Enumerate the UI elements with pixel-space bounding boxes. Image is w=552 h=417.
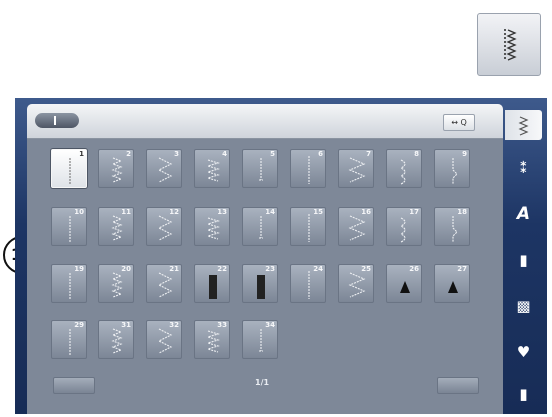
practical-stitch-icon (518, 116, 529, 136)
scroll-up-button[interactable] (53, 377, 95, 394)
alphabet-icon: A (516, 204, 531, 224)
stitch-number: 17 (409, 208, 419, 216)
stitch-number: 3 (174, 150, 179, 158)
stitch-cell[interactable]: 6 (290, 149, 326, 188)
stitch-cell[interactable]: 16 (338, 207, 374, 246)
stitch-number: 20 (121, 265, 131, 273)
stitch-number: 31 (121, 321, 131, 329)
stitch-cell[interactable]: 26 (386, 264, 422, 303)
stitch-cell[interactable]: 13 (194, 207, 230, 246)
stitch-category-tabs: ⁑ A ▮ ▩ ♥ ▮ (505, 104, 542, 414)
tab-decorative-stitches[interactable]: ⁑ (505, 154, 542, 184)
decorative-stitch-icon: ⁑ (519, 159, 528, 177)
stitch-number: 16 (361, 208, 371, 216)
stitch-cell[interactable]: 21 (146, 264, 182, 303)
stitch-cell[interactable]: 25 (338, 264, 374, 303)
tab-quilt-stitches[interactable]: ▩ (505, 292, 542, 322)
stitch-cell[interactable]: 27 (434, 264, 470, 303)
stitch-cell[interactable]: 5 (242, 149, 278, 188)
stitch-number: 4 (222, 150, 227, 158)
stitch-cell[interactable]: 29 (51, 320, 87, 359)
stitch-cell[interactable]: 23 (242, 264, 278, 303)
quilt-stitch-icon: ▩ (516, 297, 531, 315)
stitch-cell[interactable]: 19 (51, 264, 87, 303)
zigzag-stitch-icon (504, 29, 517, 61)
stitch-number: 19 (74, 265, 84, 273)
stitch-view-toggle[interactable] (35, 113, 79, 128)
stitch-number: 34 (265, 321, 275, 329)
stitch-number: 32 (169, 321, 179, 329)
heart-icon: ♥ (516, 343, 531, 361)
stitch-cell[interactable]: 20 (98, 264, 134, 303)
stitch-cell[interactable]: 4 (194, 149, 230, 188)
stitch-number: 26 (409, 265, 419, 273)
stitch-number: 27 (457, 265, 467, 273)
stitch-cell[interactable]: 17 (386, 207, 422, 246)
tab-memory[interactable]: ▮ (505, 380, 542, 410)
tab-practical-stitches[interactable] (505, 110, 542, 140)
stitch-cell[interactable]: 11 (98, 207, 134, 246)
stitch-cell[interactable]: 32 (146, 320, 182, 359)
stitch-cell[interactable]: 9 (434, 149, 470, 188)
buttonhole-icon: ▮ (519, 251, 528, 269)
tab-alphabets[interactable]: A (505, 199, 542, 229)
stitch-number: 21 (169, 265, 179, 273)
stitch-cell[interactable]: 33 (194, 320, 230, 359)
stitch-number: 7 (366, 150, 371, 158)
stitch-number: 10 (74, 208, 84, 216)
stitch-number: 5 (270, 150, 275, 158)
stitch-cell[interactable]: 22 (194, 264, 230, 303)
stitch-number: 24 (313, 265, 323, 273)
stitch-number: 25 (361, 265, 371, 273)
stitch-cell[interactable]: 12 (146, 207, 182, 246)
search-button[interactable]: ↔ Q (443, 114, 475, 131)
stitch-cell[interactable]: 8 (386, 149, 422, 188)
stitch-cell[interactable]: 14 (242, 207, 278, 246)
stitch-cell[interactable]: 2 (98, 149, 134, 188)
stitch-number: 12 (169, 208, 179, 216)
stitch-number: 18 (457, 208, 467, 216)
stitch-number: 33 (217, 321, 227, 329)
stitch-selection-panel: ↔ Q 1 2 3 4 5 6 7 8 9 10 11 12 13 14 15 16 17 18 19 20 21 22 2… (27, 104, 503, 414)
tab-personal-program[interactable]: ♥ (505, 338, 542, 368)
stitch-cell[interactable]: 1 (51, 149, 87, 188)
stitch-number: 11 (121, 208, 131, 216)
stitch-number: 1 (79, 150, 84, 158)
stitch-grid: 1 2 3 4 5 6 7 8 9 10 11 12 13 14 15 16 17 18 19 20 21 22 23 24 2… (27, 139, 503, 414)
scroll-down-button[interactable] (437, 377, 479, 394)
stitch-cell[interactable]: 10 (51, 207, 87, 246)
stitch-cell[interactable]: 3 (146, 149, 182, 188)
stitch-cell[interactable]: 31 (98, 320, 134, 359)
stitch-number: 15 (313, 208, 323, 216)
stitch-cell[interactable]: 7 (338, 149, 374, 188)
panel-header: ↔ Q (27, 104, 503, 139)
page-indicator: 1/1 (255, 378, 270, 387)
stitch-number: 8 (414, 150, 419, 158)
stitch-cell[interactable]: 34 (242, 320, 278, 359)
memory-icon: ▮ (519, 385, 528, 403)
stitch-number: 2 (126, 150, 131, 158)
stitch-number: 29 (74, 321, 84, 329)
utility-stitch-button[interactable] (477, 13, 541, 76)
stitch-number: 14 (265, 208, 275, 216)
stitch-cell[interactable]: 24 (290, 264, 326, 303)
tab-buttonholes[interactable]: ▮ (505, 246, 542, 276)
stitch-number: 23 (265, 265, 275, 273)
stitch-number: 22 (217, 265, 227, 273)
stitch-number: 9 (462, 150, 467, 158)
stitch-number: 6 (318, 150, 323, 158)
stitch-cell[interactable]: 15 (290, 207, 326, 246)
stitch-number: 13 (217, 208, 227, 216)
stitch-cell[interactable]: 18 (434, 207, 470, 246)
